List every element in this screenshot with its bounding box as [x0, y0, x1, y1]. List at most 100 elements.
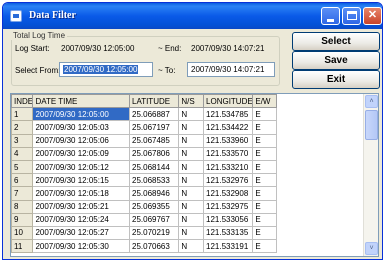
table-cell[interactable]: 25.068533	[128, 173, 180, 188]
table-cell[interactable]: E	[252, 159, 277, 175]
select-from-label: Select From:	[15, 66, 61, 75]
scroll-up-icon[interactable]: ˄	[365, 95, 378, 108]
close-button[interactable]: ✕	[363, 7, 382, 25]
column-header[interactable]: N/S	[178, 94, 205, 109]
table-cell[interactable]: N	[178, 107, 205, 122]
table-cell[interactable]: N	[178, 186, 205, 201]
table-row[interactable]: 2 2007/09/30 12:05:03 25.067197 N 121.534422…	[11, 120, 277, 135]
table-cell[interactable]: 2007/09/30 12:05:12	[32, 159, 130, 175]
table-cell[interactable]: 25.066887	[128, 107, 180, 122]
table-cell[interactable]: 2007/09/30 12:05:24	[32, 212, 130, 227]
row-index-cell[interactable]: 5	[11, 159, 34, 175]
table-cell[interactable]: E	[252, 146, 277, 161]
title-bar[interactable]: Data Filter ✕	[3, 3, 382, 29]
table-cell[interactable]: N	[178, 146, 205, 161]
data-grid[interactable]: INDEXDATE TIMELATITUDEN/SLONGITUDEE/W 12…	[10, 93, 379, 257]
table-cell[interactable]: E	[252, 199, 277, 214]
table-cell[interactable]: N	[178, 173, 205, 188]
table-row[interactable]: 4 2007/09/30 12:05:09 25.067806 N 121.533570…	[11, 146, 277, 161]
row-index-cell[interactable]: 6	[11, 173, 34, 188]
table-cell[interactable]: 121.533570	[203, 146, 254, 161]
table-cell[interactable]: 25.069355	[128, 199, 180, 214]
table-cell[interactable]: N	[178, 120, 205, 135]
column-header[interactable]: E/W	[252, 94, 277, 109]
row-index-cell[interactable]: 2	[11, 120, 34, 135]
row-index-cell[interactable]: 1	[11, 107, 34, 122]
table-cell[interactable]: 2007/09/30 12:05:30	[32, 239, 130, 254]
table-cell[interactable]: E	[252, 120, 277, 135]
table-cell[interactable]: 2007/09/30 12:05:06	[32, 133, 130, 148]
exit-button[interactable]: Exit	[292, 70, 380, 89]
table-cell[interactable]: 2007/09/30 12:05:18	[32, 186, 130, 201]
column-header[interactable]: LONGITUDE	[203, 94, 254, 109]
table-cell[interactable]: 25.067806	[128, 146, 180, 161]
table-row[interactable]: 10 2007/09/30 12:05:27 25.070219 N 121.53313…	[11, 225, 277, 241]
save-button[interactable]: Save	[292, 51, 380, 70]
table-row[interactable]: 7 2007/09/30 12:05:18 25.068946 N 121.532908…	[11, 186, 277, 201]
table-cell[interactable]: E	[252, 173, 277, 188]
table-cell[interactable]: 121.533210	[203, 159, 254, 175]
window-title: Data Filter	[29, 10, 76, 21]
table-cell[interactable]: 2007/09/30 12:05:27	[32, 225, 130, 241]
table-cell[interactable]: E	[252, 133, 277, 148]
table-cell[interactable]: 25.070663	[128, 239, 180, 254]
table-cell[interactable]: N	[178, 133, 205, 148]
minimize-button[interactable]	[321, 7, 340, 25]
table-cell[interactable]: 121.533056	[203, 212, 254, 227]
table-cell[interactable]: 121.533135	[203, 225, 254, 241]
row-index-cell[interactable]: 3	[11, 133, 34, 148]
table-cell[interactable]: N	[178, 212, 205, 227]
table-cell[interactable]: 2007/09/30 12:05:00	[32, 107, 130, 122]
table-cell[interactable]: N	[178, 225, 205, 241]
row-index-cell[interactable]: 7	[11, 186, 34, 201]
table-row[interactable]: 1 2007/09/30 12:05:00 25.066887 N 121.534785…	[11, 107, 277, 122]
table-cell[interactable]: 25.068144	[128, 159, 180, 175]
table-cell[interactable]: 25.068946	[128, 186, 180, 201]
column-header[interactable]: LATITUDE	[128, 94, 180, 109]
table-cell[interactable]: 25.067197	[128, 120, 180, 135]
maximize-button[interactable]	[342, 7, 361, 25]
table-cell[interactable]: N	[178, 159, 205, 175]
table-cell[interactable]: 121.534785	[203, 107, 254, 122]
table-row[interactable]: 8 2007/09/30 12:05:21 25.069355 N 121.532975…	[11, 199, 277, 214]
table-cell[interactable]: 25.070219	[128, 225, 180, 241]
table-cell[interactable]: 121.533191	[203, 239, 254, 254]
table-cell[interactable]: 121.533960	[203, 133, 254, 148]
table-cell[interactable]: 25.069767	[128, 212, 180, 227]
table-cell[interactable]: 2007/09/30 12:05:03	[32, 120, 130, 135]
vertical-scrollbar[interactable]: ˄ ˅	[363, 94, 378, 256]
table-cell[interactable]: E	[252, 212, 277, 227]
table-cell[interactable]: 121.532908	[203, 186, 254, 201]
table-cell[interactable]: 121.532976	[203, 173, 254, 188]
table-cell[interactable]: 2007/09/30 12:05:15	[32, 173, 130, 188]
column-header[interactable]: INDEX	[11, 94, 34, 109]
table-row[interactable]: 9 2007/09/30 12:05:24 25.069767 N 121.533056…	[11, 212, 277, 227]
select-to-field[interactable]: 2007/09/30 14:07:21	[187, 62, 275, 77]
column-header[interactable]: DATE TIME	[32, 94, 130, 109]
row-index-cell[interactable]: 10	[11, 225, 34, 241]
row-index-cell[interactable]: 11	[11, 239, 34, 254]
scroll-down-icon[interactable]: ˅	[365, 242, 378, 255]
row-index-cell[interactable]: 4	[11, 146, 34, 161]
table-cell[interactable]: 121.532975	[203, 199, 254, 214]
table-row[interactable]: 6 2007/09/30 12:05:15 25.068533 N 121.532976…	[11, 173, 277, 188]
log-start-value: 2007/09/30 12:05:00	[61, 44, 135, 53]
table-cell[interactable]: E	[252, 107, 277, 122]
scroll-thumb[interactable]	[365, 110, 378, 140]
select-button[interactable]: Select	[292, 32, 380, 51]
table-row[interactable]: 11 2007/09/30 12:05:30 25.070663 N 121.53319…	[11, 239, 277, 254]
table-row[interactable]: 5 2007/09/30 12:05:12 25.068144 N 121.533210…	[11, 159, 277, 175]
table-cell[interactable]: E	[252, 225, 277, 241]
table-cell[interactable]: 121.534422	[203, 120, 254, 135]
table-cell[interactable]: 2007/09/30 12:05:09	[32, 146, 130, 161]
table-row[interactable]: 3 2007/09/30 12:05:06 25.067485 N 121.533960…	[11, 133, 277, 148]
table-cell[interactable]: 2007/09/30 12:05:21	[32, 199, 130, 214]
table-cell[interactable]: 25.067485	[128, 133, 180, 148]
table-cell[interactable]: E	[252, 239, 277, 254]
table-cell[interactable]: E	[252, 186, 277, 201]
select-from-field[interactable]: 2007/09/30 12:05:00	[59, 62, 153, 77]
row-index-cell[interactable]: 9	[11, 212, 34, 227]
table-cell[interactable]: N	[178, 239, 205, 254]
table-cell[interactable]: N	[178, 199, 205, 214]
row-index-cell[interactable]: 8	[11, 199, 34, 214]
